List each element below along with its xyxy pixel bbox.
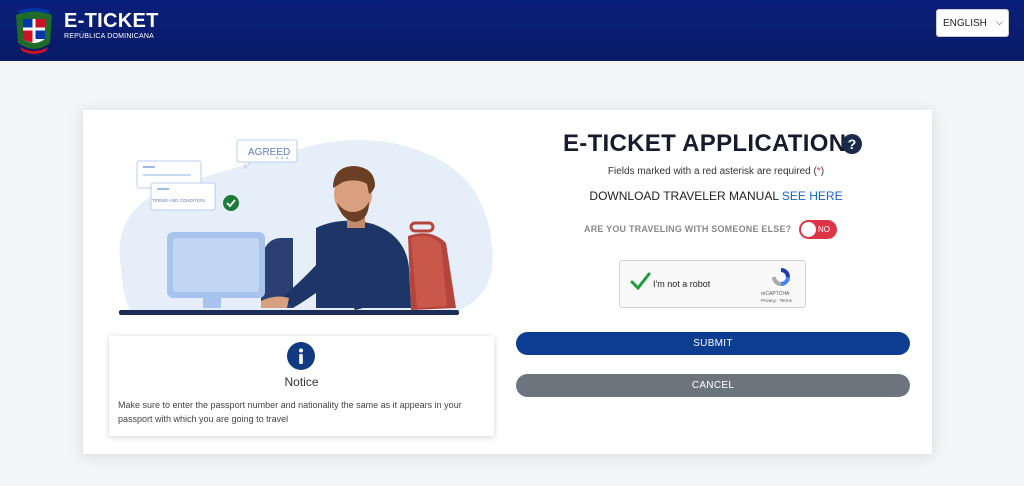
language-selected-value: ENGLISH — [943, 18, 987, 29]
notice-panel: Notice Make sure to enter the passport n… — [109, 336, 494, 436]
notice-text: Make sure to enter the passport number a… — [118, 400, 462, 424]
person-at-computer-illustration: TERMS AND CONDITION AGREED — [119, 139, 493, 315]
captcha-brand: reCAPTCHA — [761, 291, 790, 297]
traveling-toggle[interactable]: NO — [799, 220, 837, 239]
page-title: E-TICKET APPLICATION — [563, 130, 847, 157]
toggle-knob — [801, 222, 816, 237]
toggle-value: NO — [818, 225, 830, 234]
cancel-button[interactable]: CANCEL — [516, 374, 910, 397]
captcha-label: I'm not a robot — [653, 279, 711, 289]
chevron-down-icon: ⌵ — [996, 17, 1003, 27]
brand-subtitle: REPÚBLICA DOMINICANA — [64, 33, 154, 40]
submit-button[interactable]: SUBMIT — [516, 332, 910, 355]
manual-label: DOWNLOAD TRAVELER MANUAL — [589, 189, 779, 203]
language-select[interactable]: ENGLISH ⌵ — [936, 9, 1009, 37]
help-icon[interactable]: ? — [842, 134, 862, 154]
traveling-question: ARE YOU TRAVELING WITH SOMEONE ELSE? — [584, 224, 792, 234]
recaptcha-widget: I'm not a robot reCAPTCHA Privacy - Term… — [619, 260, 806, 308]
recaptcha-logo-icon — [772, 268, 790, 286]
terms-doc-label: TERMS AND CONDITION — [152, 198, 205, 203]
traveler-manual-row: DOWNLOAD TRAVELER MANUAL SEE HERE — [516, 189, 916, 203]
checkmark-icon[interactable] — [629, 270, 651, 292]
see-here-link[interactable]: SEE HERE — [782, 189, 843, 203]
top-header: E-TICKET REPÚBLICA DOMINICANA ENGLISH ⌵ — [0, 0, 1024, 61]
notice-title: Notice — [284, 375, 319, 389]
application-card: TERMS AND CONDITION AGREED Notice Make s… — [83, 110, 932, 454]
required-note-prefix: Fields marked with a red asterisk are re… — [607, 166, 817, 177]
required-fields-note: Fields marked with a red asterisk are re… — [516, 166, 916, 177]
brand-title: E-TICKET — [64, 10, 159, 32]
agreed-badge: AGREED — [248, 147, 290, 158]
required-note-suffix: ) — [820, 166, 825, 177]
coat-of-arms-logo — [16, 8, 52, 54]
info-icon — [287, 342, 315, 370]
captcha-links[interactable]: Privacy - Terms — [761, 298, 792, 303]
